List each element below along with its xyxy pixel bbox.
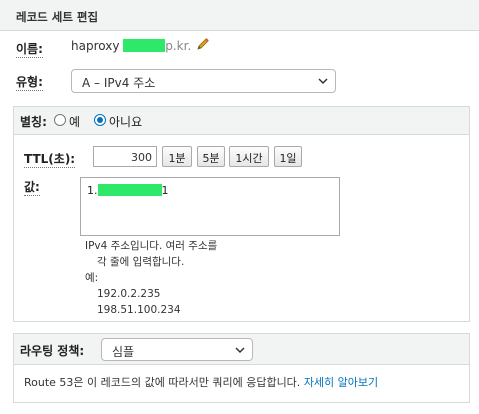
pencil-icon[interactable] — [196, 37, 210, 51]
learn-more-link[interactable]: 자세히 알아보기 — [304, 376, 378, 389]
type-select-value: A – IPv4 주소 — [82, 76, 156, 90]
value-example-label: 예: — [85, 272, 99, 284]
alias-no-label[interactable]: 아니요 — [109, 113, 142, 130]
routing-description-text: Route 53은 이 레코드의 값에 따라서만 쿼리에 응답합니다. — [24, 376, 301, 389]
value-suffix: 1 — [161, 184, 169, 197]
value-example-2: 198.51.100.234 — [97, 304, 181, 316]
panel-header: 레코드 세트 편집 — [0, 0, 479, 31]
redacted-mask — [97, 184, 162, 196]
alias-yes-radio[interactable] — [54, 114, 66, 126]
redacted-mask — [123, 39, 166, 52]
record-name-suffix: p.kr. — [165, 39, 192, 53]
value-label: 값: — [24, 180, 40, 196]
value-hint-line2: 각 줄에 입력합니다. — [97, 256, 185, 268]
value-hint-line1: IPv4 주소입니다. 여러 주소를 — [85, 240, 218, 252]
ttl-1hour-button[interactable]: 1시간 — [229, 146, 269, 167]
routing-description: Route 53은 이 레코드의 값에 따라서만 쿼리에 응답합니다. 자세히 … — [24, 374, 378, 390]
record-name: haproxy p.kr. — [71, 39, 191, 53]
ttl-1min-button[interactable]: 1분 — [162, 146, 192, 167]
panel-title: 레코드 세트 편집 — [16, 10, 99, 24]
routing-label: 라우팅 정책: — [20, 344, 85, 358]
alias-label: 별칭: — [20, 115, 47, 129]
record-name-prefix: haproxy — [71, 39, 120, 53]
alias-yes-label[interactable]: 예 — [69, 113, 80, 130]
name-label: 이름: — [16, 42, 43, 58]
ttl-label: TTL(초): — [24, 152, 76, 168]
routing-select-value: 심플 — [112, 345, 135, 359]
value-textarea[interactable]: 1. 1 — [80, 177, 340, 236]
routing-select[interactable]: 심플 — [101, 338, 253, 361]
value-prefix: 1. — [87, 184, 98, 197]
ttl-1day-button[interactable]: 1일 — [274, 146, 302, 167]
type-select[interactable]: A – IPv4 주소 — [71, 69, 336, 93]
value-example-1: 192.0.2.235 — [97, 288, 161, 300]
ttl-5min-button[interactable]: 5분 — [197, 146, 225, 167]
alias-header — [14, 107, 469, 135]
type-label: 유형: — [16, 75, 43, 91]
alias-no-radio[interactable] — [94, 114, 106, 126]
ttl-input[interactable]: 300 — [93, 146, 157, 167]
chevron-down-icon — [318, 78, 328, 85]
chevron-down-icon — [235, 347, 245, 354]
